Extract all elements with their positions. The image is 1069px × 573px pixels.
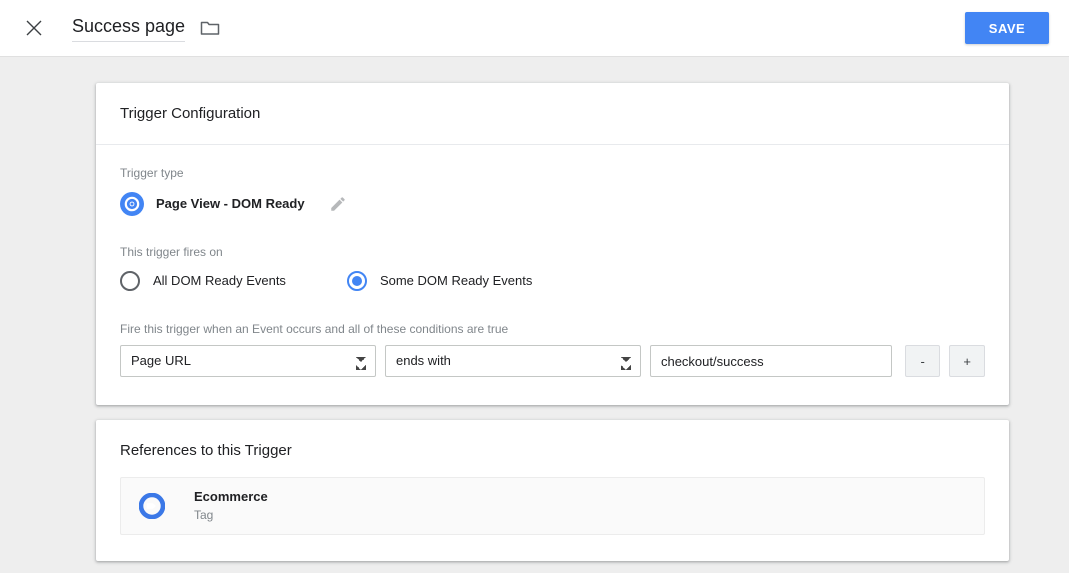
folder-icon[interactable] (199, 17, 221, 39)
references-body: Ecommerce Tag (96, 468, 1009, 561)
save-button[interactable]: SAVE (965, 12, 1049, 44)
radio-label-some-dom-ready-events: Some DOM Ready Events (379, 273, 533, 288)
trigger-type-label: Trigger type (120, 166, 184, 180)
page-view-eye-icon (120, 192, 144, 216)
list-item-name: Ecommerce (194, 489, 268, 504)
trigger-configuration-body: Trigger type Page View - DOM Ready This … (96, 145, 1009, 405)
radio-option-some-dom-ready-events[interactable]: Some DOM Ready Events (346, 271, 533, 291)
pencil-icon[interactable] (329, 195, 347, 213)
app-header: Success page SAVE (0, 0, 1069, 57)
radio-label-all-dom-ready-events: All DOM Ready Events (153, 273, 286, 288)
condition-value-input[interactable] (649, 345, 892, 377)
page-content: Trigger Configuration Trigger type Page … (0, 57, 1069, 573)
references-title: References to this Trigger (120, 442, 292, 459)
remove-condition-button[interactable]: - (904, 345, 941, 377)
trigger-type-value: Page View - DOM Ready (156, 196, 305, 211)
radio-option-all-dom-ready-events[interactable]: All DOM Ready Events (120, 271, 286, 291)
trigger-name-field[interactable]: Success page (72, 15, 186, 42)
conditions-label: Fire this trigger when an Event occurs a… (120, 322, 509, 336)
list-item-text: Ecommerce Tag (194, 489, 268, 523)
condition-operator-select[interactable]: ends with (384, 345, 641, 377)
trigger-title-group: Success page (72, 15, 221, 42)
radio-mark-unchecked (120, 271, 140, 291)
references-card: References to this Trigger Ecommerce Tag (96, 420, 1009, 561)
list-item-type: Tag (194, 508, 214, 522)
fires-on-label: This trigger fires on (120, 245, 223, 259)
tag-icon (138, 492, 166, 520)
condition-row: Page URL ends with - + (120, 345, 985, 377)
close-button[interactable] (16, 10, 52, 46)
trigger-configuration-title: Trigger Configuration (96, 83, 1009, 145)
condition-variable-select[interactable]: Page URL (120, 345, 376, 377)
list-item[interactable]: Ecommerce Tag (120, 477, 985, 535)
trigger-configuration-card: Trigger Configuration Trigger type Page … (96, 83, 1009, 405)
add-condition-button[interactable]: + (949, 345, 985, 377)
trigger-type-row[interactable]: Page View - DOM Ready (120, 192, 985, 216)
fires-on-radio-group: All DOM Ready Events Some DOM Ready Even… (120, 271, 985, 291)
radio-mark-checked (346, 271, 367, 291)
close-icon (25, 19, 43, 37)
